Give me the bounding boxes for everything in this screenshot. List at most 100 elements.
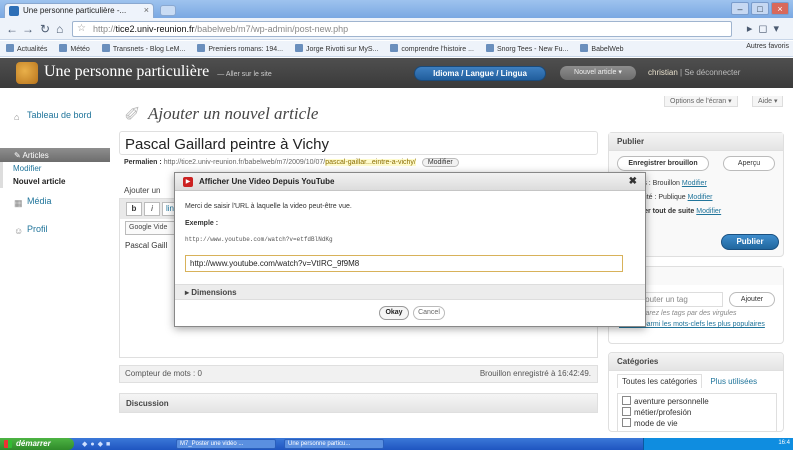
bookmark-item[interactable]: BabelWeb [580,44,623,53]
media-icon: ▦ [14,198,23,208]
browser-titlebar: Une personne particulière -... × – □ × [0,0,793,18]
preview-button[interactable]: Aperçu [723,156,775,171]
bookmark-item[interactable]: Météo [59,44,89,53]
permalink-row: Permalien : http://tice2.univ-reunion.fr… [124,158,459,167]
home-icon[interactable]: ⌂ [56,22,63,36]
new-post-label: Nouvel article [574,69,617,76]
bookmark-item[interactable]: Jorge Rivotti sur MyS... [295,44,378,53]
save-draft-button[interactable]: Enregistrer brouillon [617,156,709,171]
bookmark-item[interactable]: Premiers romans: 194... [197,44,283,53]
bookmark-item[interactable]: Snorg Tees - New Fu... [486,44,568,53]
back-arrow-icon[interactable]: ← [6,22,18,36]
forward-arrow-icon[interactable]: → [22,22,34,36]
browser-toolbar: ← → ↻ ⌂ ☆ http://tice2.univ-reunion.fr/b… [0,18,793,40]
category-checkbox[interactable]: mode de vie [622,418,772,429]
category-checkbox[interactable]: aventure personnelle [622,396,772,407]
publish-box-title[interactable]: Publier [609,133,783,151]
bookmark-item[interactable]: Transnets - Blog LeM... [102,44,186,53]
add-media-label: Ajouter un [124,186,161,195]
window-controls: – □ × [731,2,789,15]
clock: 16:4 [778,440,790,446]
minimize-button[interactable]: – [731,2,749,15]
wp-header: Une personne particulière — Aller sur le… [0,58,793,88]
tab-all-categories[interactable]: Toutes les catégories [617,374,703,388]
cancel-button[interactable]: Cancel [413,306,445,320]
other-bookmarks[interactable]: Autres favoris [746,43,789,50]
new-tab-button[interactable] [160,5,176,16]
sidebar-item-label: Articles [22,151,49,160]
bookmark-item[interactable]: Actualités [6,44,47,53]
submenu-edit[interactable]: Modifier [3,162,110,175]
user-greeting: christian | Se déconnecter [648,68,741,77]
reload-icon[interactable]: ↻ [40,22,50,36]
dimensions-label: Dimensions [191,288,237,297]
submenu-new-article[interactable]: Nouvel article [3,175,110,188]
status-edit-link[interactable]: Modifier [682,180,707,187]
site-title-text: Une personne particulière [44,63,210,80]
tag-input[interactable]: Ajouter un tag [633,292,723,307]
italic-button[interactable]: i [144,202,160,216]
help-tab[interactable]: Aide ▾ [752,96,784,107]
username-link[interactable]: christian [648,68,678,77]
schedule-edit-link[interactable]: Modifier [696,208,721,215]
category-checkbox[interactable]: métier/profesión [622,407,772,418]
address-bar[interactable]: ☆ http://tice2.univ-reunion.fr/babelweb/… [72,21,732,37]
logout-link[interactable]: Se déconnecter [684,68,740,77]
admin-sidebar: ⌂ Tableau de bord ✎ Articles Modifier Nou… [0,88,115,438]
post-title-input[interactable]: Pascal Gaillard peintre à Vichy [119,131,598,155]
sidebar-item-media[interactable]: ▦ Média [14,196,52,208]
sidebar-item-dashboard[interactable]: ⌂ Tableau de bord [14,110,104,122]
new-post-dropdown[interactable]: Nouvel article ▾ [560,66,636,80]
visibility-edit-link[interactable]: Modifier [688,194,713,201]
category-tabs: Toutes les catégories Plus utilisées [617,374,757,388]
maximize-button[interactable]: □ [751,2,769,15]
taskbar-item[interactable]: Une personne particu... [284,439,384,449]
tab-close-icon[interactable]: × [144,5,149,15]
permalink-slug[interactable]: pascal-gaillar...eintre-a-vichy/ [325,159,416,166]
permalink-label: Permalien : [124,159,162,166]
profile-icon: ☺ [14,226,24,236]
language-button[interactable]: Idioma / Langue / Lingua [414,66,546,81]
browser-tab[interactable]: Une personne particulière -... × [4,3,154,18]
edit-post-icon: ✐ [124,104,141,126]
sidebar-item-label: Profil [27,224,48,234]
youtube-icon: ▶ [183,177,193,187]
editor-status-bar: Compteur de mots : 0 Brouillon enregistr… [119,365,598,383]
window-close-button[interactable]: × [771,2,789,15]
favicon-icon [9,6,19,16]
draft-saved-status: Brouillon enregistré à 16:42:49. [479,369,591,378]
visit-site-link[interactable]: — Aller sur le site [217,71,271,78]
close-icon[interactable]: ✖ [629,176,637,187]
url-prefix: http:// [93,24,116,34]
bookmark-item[interactable]: comprendre l'histoire ... [390,44,474,53]
dialog-header: ▶ Afficher Une Video Depuis YouTube ✖ [175,173,645,191]
sidebar-item-articles[interactable]: ✎ Articles [0,148,110,162]
category-list: aventure personnelle métier/profesión mo… [617,393,777,431]
page-title: Ajouter un nouvel article [148,104,319,123]
add-tag-button[interactable]: Ajouter [729,292,775,307]
system-tray: 16:4 [643,438,793,450]
screen-options-tab[interactable]: Options de l'écran ▾ [664,96,738,107]
youtube-video-dialog: ▶ Afficher Une Video Depuis YouTube ✖ Me… [174,172,646,327]
taskbar-item[interactable]: M7_Poster une vidéo ... [176,439,276,449]
discussion-box-title[interactable]: Discussion [119,393,598,413]
okay-button[interactable]: Okay [379,306,409,320]
page-menu-icon[interactable]: ▸◻▾ [747,22,785,35]
dimensions-toggle[interactable]: ▸ Dimensions [175,284,645,300]
start-button[interactable]: démarrer [0,438,74,450]
video-url-input[interactable]: http://www.youtube.com/watch?v=VtIRC_9f9… [185,255,623,272]
bookmark-star-icon[interactable]: ☆ [77,23,86,34]
word-count: Compteur de mots : 0 [125,369,202,378]
tab-title: Une personne particulière -... [23,6,127,15]
permalink-edit-button[interactable]: Modifier [421,158,459,167]
site-title: Une personne particulière — Aller sur le… [44,63,272,81]
publish-button[interactable]: Publier [721,234,779,250]
categories-box-title[interactable]: Catégories [609,353,783,371]
windows-taskbar: démarrer ◆●◆■ M7_Poster une vidéo ... Un… [0,438,793,450]
tab-popular-categories[interactable]: Plus utilisées [710,377,757,386]
sidebar-item-label: Tableau de bord [27,110,92,120]
sidebar-item-profile[interactable]: ☺ Profil [14,224,48,236]
quick-launch-icons[interactable]: ◆●◆■ [82,440,113,448]
editor-body-text[interactable]: Pascal Gaill [125,241,167,250]
bold-button[interactable]: b [126,202,142,216]
